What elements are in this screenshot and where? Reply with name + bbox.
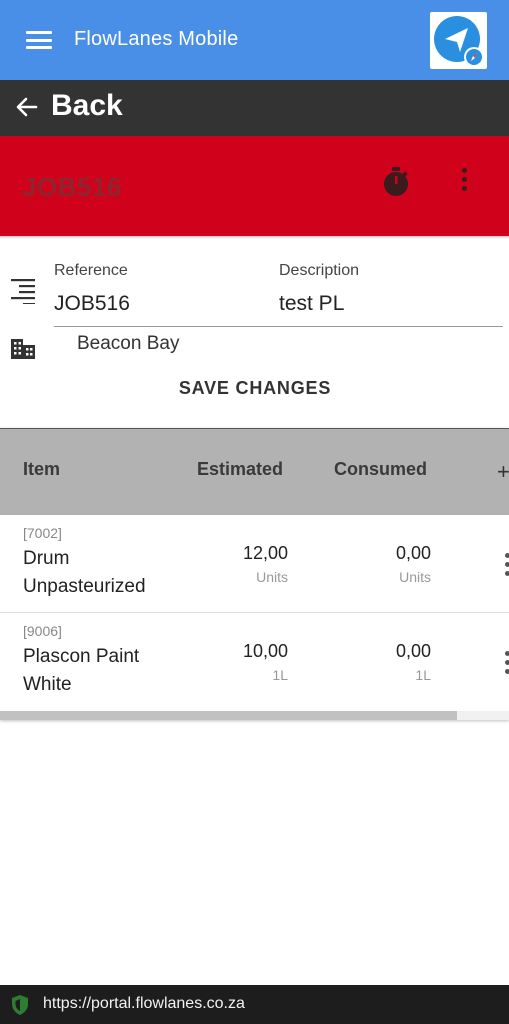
consumed-unit: 1L (415, 667, 431, 683)
location-text[interactable]: Beacon Bay (77, 333, 179, 355)
row-more-icon[interactable] (505, 651, 509, 675)
column-header-estimated[interactable]: Estimated (197, 459, 283, 480)
consumed-value: 0,00 (395, 543, 431, 563)
column-header-consumed[interactable]: Consumed (334, 459, 427, 480)
navigation-compass-logo (434, 16, 484, 67)
estimated-value: 10,00 (242, 641, 288, 661)
text-align-right-icon (11, 279, 35, 304)
more-vertical-icon[interactable] (456, 168, 472, 196)
item-code: [9006] (23, 623, 62, 639)
consumed-value: 0,00 (395, 641, 431, 661)
estimated-value: 12,00 (242, 543, 288, 563)
items-table: Item Estimated Consumed + [7002] Drum Un… (0, 428, 509, 720)
header-shadow (0, 236, 509, 239)
arrow-left-icon (16, 97, 38, 117)
column-header-item[interactable]: Item (23, 459, 60, 480)
app-title: FlowLanes Mobile (74, 28, 239, 50)
app-bar: FlowLanes Mobile (0, 0, 509, 80)
save-changes-button[interactable]: SAVE CHANGES (150, 372, 360, 404)
reference-label: Reference (54, 262, 128, 279)
item-name: Drum Unpasteurized (23, 548, 146, 597)
horizontal-scrollbar-thumb[interactable] (0, 711, 457, 720)
table-row[interactable]: [7002] Drum Unpasteurized 12,00 Units 0,… (0, 515, 509, 613)
back-button[interactable]: Back (0, 80, 509, 136)
stopwatch-icon[interactable] (381, 166, 411, 198)
url-text[interactable]: https://portal.flowlanes.co.za (43, 995, 245, 1013)
item-name: Plascon Paint White (23, 646, 140, 695)
building-icon (11, 339, 35, 359)
consumed-unit: Units (399, 569, 431, 585)
browser-url-bar: https://portal.flowlanes.co.za (0, 985, 509, 1024)
shield-icon (12, 995, 28, 1015)
estimated-unit: Units (256, 569, 288, 585)
reference-field[interactable]: JOB516 (54, 292, 130, 316)
description-field[interactable]: test PL (279, 292, 344, 316)
estimated-unit: 1L (272, 667, 288, 683)
table-header: Item Estimated Consumed + (0, 429, 509, 515)
app-logo[interactable] (430, 12, 487, 69)
description-label: Description (279, 262, 360, 279)
add-column-button[interactable]: + (497, 459, 509, 485)
job-title: JOB516 (22, 172, 122, 202)
hamburger-menu-icon[interactable] (26, 31, 52, 49)
back-label: Back (51, 89, 123, 122)
field-underline (54, 326, 503, 327)
item-code: [7002] (23, 525, 62, 541)
table-row[interactable]: [9006] Plascon Paint White 10,00 1L 0,00… (0, 613, 509, 711)
row-more-icon[interactable] (505, 553, 509, 577)
job-header: JOB516 (0, 136, 509, 236)
